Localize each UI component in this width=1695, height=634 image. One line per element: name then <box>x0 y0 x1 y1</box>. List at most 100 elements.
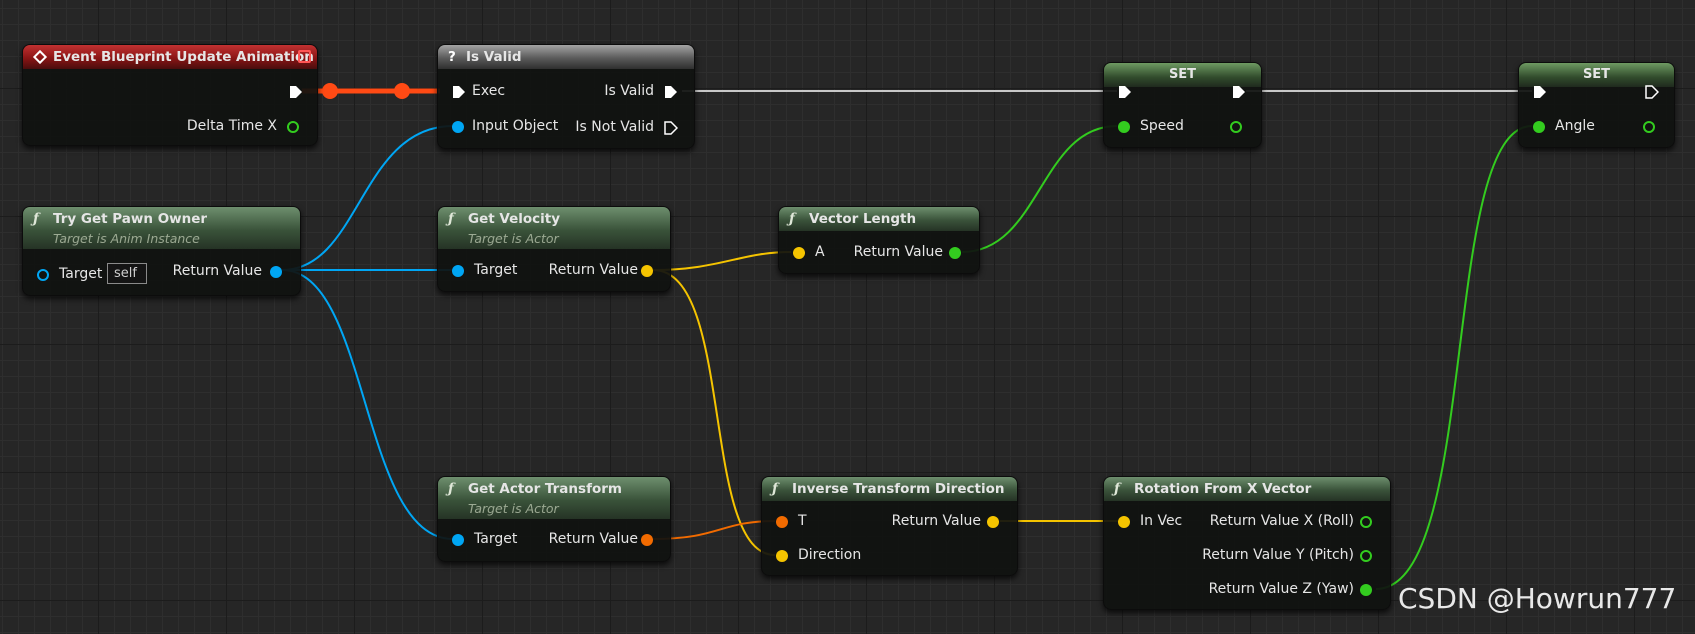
function-icon: ƒ <box>33 211 39 227</box>
inverse-transform-direction-node[interactable]: ƒ Inverse Transform Direction T Return Va… <box>761 476 1018 576</box>
node-title: Rotation From X Vector <box>1134 481 1312 497</box>
pin-label-a: A <box>815 244 825 260</box>
node-header: ƒ Inverse Transform Direction <box>762 477 1017 501</box>
float-wire-yaw-angle <box>1375 125 1533 590</box>
node-title: SET <box>1168 67 1197 82</box>
exec-output-pin[interactable] <box>1232 85 1246 99</box>
pin-label-return-x: Return Value X (Roll) <box>1209 513 1354 529</box>
pin-label-direction: Direction <box>798 547 862 563</box>
node-header: ? Is Valid <box>438 45 694 69</box>
node-header: ƒ Rotation From X Vector <box>1104 477 1390 501</box>
watermark: CSDN @Howrun777 <box>1398 582 1677 615</box>
vector-output-pin[interactable] <box>987 516 999 528</box>
exec-input-pin[interactable] <box>452 85 466 99</box>
transform-output-pin[interactable] <box>641 534 653 546</box>
node-subtitle: Target is Anim Instance <box>53 231 200 246</box>
exec-input-pin[interactable] <box>1533 85 1547 99</box>
object-input-pin[interactable] <box>452 265 464 277</box>
set-speed-node[interactable]: SET Speed <box>1103 62 1262 148</box>
stop-icon <box>298 50 311 63</box>
get-velocity-node[interactable]: ƒ Get Velocity Target is Actor Target Ret… <box>437 206 671 292</box>
pin-label-in-vec: In Vec <box>1140 513 1183 529</box>
vector-wire-velocity-length <box>652 251 792 271</box>
float-input-pin[interactable] <box>1533 121 1545 133</box>
pin-label-delta-time: Delta Time X <box>186 118 277 134</box>
reroute-knot-2 <box>394 83 410 99</box>
object-input-pin[interactable] <box>37 269 49 281</box>
function-icon: ƒ <box>789 211 795 227</box>
exec-is-valid-pin[interactable] <box>664 85 678 99</box>
pin-label-return-value: Return Value <box>891 513 981 529</box>
transform-wire <box>652 520 776 540</box>
node-title: Get Actor Transform <box>468 481 622 497</box>
vector-output-pin[interactable] <box>641 265 653 277</box>
float-output-pin-x[interactable] <box>1360 516 1372 528</box>
function-icon: ƒ <box>1114 481 1120 497</box>
target-self-field[interactable]: self <box>107 263 147 284</box>
function-icon: ƒ <box>772 481 778 497</box>
set-angle-node[interactable]: SET Angle <box>1518 62 1675 148</box>
pin-label-return-z: Return Value Z (Yaw) <box>1208 581 1354 597</box>
exec-output-pin[interactable] <box>1645 85 1659 99</box>
event-diamond-icon <box>32 49 48 65</box>
node-title: Vector Length <box>809 211 917 227</box>
float-wire-length-speed <box>961 125 1118 253</box>
node-header: ƒ Get Velocity Target is Actor <box>438 207 670 249</box>
vector-input-pin[interactable] <box>793 247 805 259</box>
vector-length-node[interactable]: ƒ Vector Length A Return Value <box>778 206 980 274</box>
try-get-pawn-owner-node[interactable]: ƒ Try Get Pawn Owner Target is Anim Insta… <box>22 206 301 296</box>
reroute-knot-1 <box>322 83 338 99</box>
node-header: Event Blueprint Update Animation <box>23 45 317 69</box>
pin-label-target: Target <box>474 262 518 278</box>
transform-input-pin[interactable] <box>776 516 788 528</box>
pin-label-target: Target <box>474 531 518 547</box>
vector-wire-velocity-direction <box>652 269 776 556</box>
pin-label-is-valid: Is Valid <box>604 83 654 99</box>
exec-input-pin[interactable] <box>1118 85 1132 99</box>
node-title: Try Get Pawn Owner <box>53 211 208 227</box>
vector-input-pin[interactable] <box>776 550 788 562</box>
float-output-pin[interactable] <box>287 121 299 133</box>
node-subtitle: Target is Actor <box>468 231 559 246</box>
pin-label-return-value: Return Value <box>548 262 638 278</box>
float-output-pin[interactable] <box>949 247 961 259</box>
pin-label-t: T <box>798 513 807 529</box>
exec-output-pin[interactable] <box>289 85 303 99</box>
object-input-pin[interactable] <box>452 534 464 546</box>
float-output-pin[interactable] <box>1643 121 1655 133</box>
pin-label-target: Target <box>59 266 103 282</box>
pin-label-speed: Speed <box>1140 118 1184 134</box>
object-wire-to-getactortransform <box>281 269 454 540</box>
node-header: ƒ Try Get Pawn Owner Target is Anim Insta… <box>23 207 300 249</box>
function-icon: ƒ <box>448 211 454 227</box>
question-mark-icon: ? <box>448 49 456 65</box>
function-icon: ƒ <box>448 481 454 497</box>
float-output-pin-z[interactable] <box>1360 584 1372 596</box>
event-blueprint-update-animation-node[interactable]: Event Blueprint Update Animation Delta T… <box>22 44 318 146</box>
object-input-pin[interactable] <box>452 121 464 133</box>
node-subtitle: Target is Actor <box>468 501 559 516</box>
node-title: Get Velocity <box>468 211 561 227</box>
pin-label-return-value: Return Value <box>172 263 262 279</box>
pin-label-return-value: Return Value <box>853 244 943 260</box>
vector-input-pin[interactable] <box>1118 516 1130 528</box>
pin-label-input-object: Input Object <box>472 118 559 134</box>
is-valid-node[interactable]: ? Is Valid Exec Is Valid Input Object Is … <box>437 44 695 149</box>
node-header: SET <box>1104 63 1261 87</box>
node-title: Event Blueprint Update Animation <box>53 49 314 65</box>
pin-label-return-value: Return Value <box>548 531 638 547</box>
node-header: ƒ Vector Length <box>779 207 979 231</box>
object-output-pin[interactable] <box>270 266 282 278</box>
rotation-from-x-vector-node[interactable]: ƒ Rotation From X Vector In Vec Return Va… <box>1103 476 1391 610</box>
exec-is-not-valid-pin[interactable] <box>664 121 678 135</box>
pin-label-exec: Exec <box>472 83 506 99</box>
node-header: ƒ Get Actor Transform Target is Actor <box>438 477 670 519</box>
node-title: Inverse Transform Direction <box>792 481 1005 497</box>
get-actor-transform-node[interactable]: ƒ Get Actor Transform Target is Actor Tar… <box>437 476 671 562</box>
float-output-pin-y[interactable] <box>1360 550 1372 562</box>
object-wire-to-isvalid <box>281 125 454 271</box>
float-input-pin[interactable] <box>1118 121 1130 133</box>
pin-label-return-y: Return Value Y (Pitch) <box>1202 547 1354 563</box>
float-output-pin[interactable] <box>1230 121 1242 133</box>
pin-label-is-not-valid: Is Not Valid <box>575 119 654 135</box>
